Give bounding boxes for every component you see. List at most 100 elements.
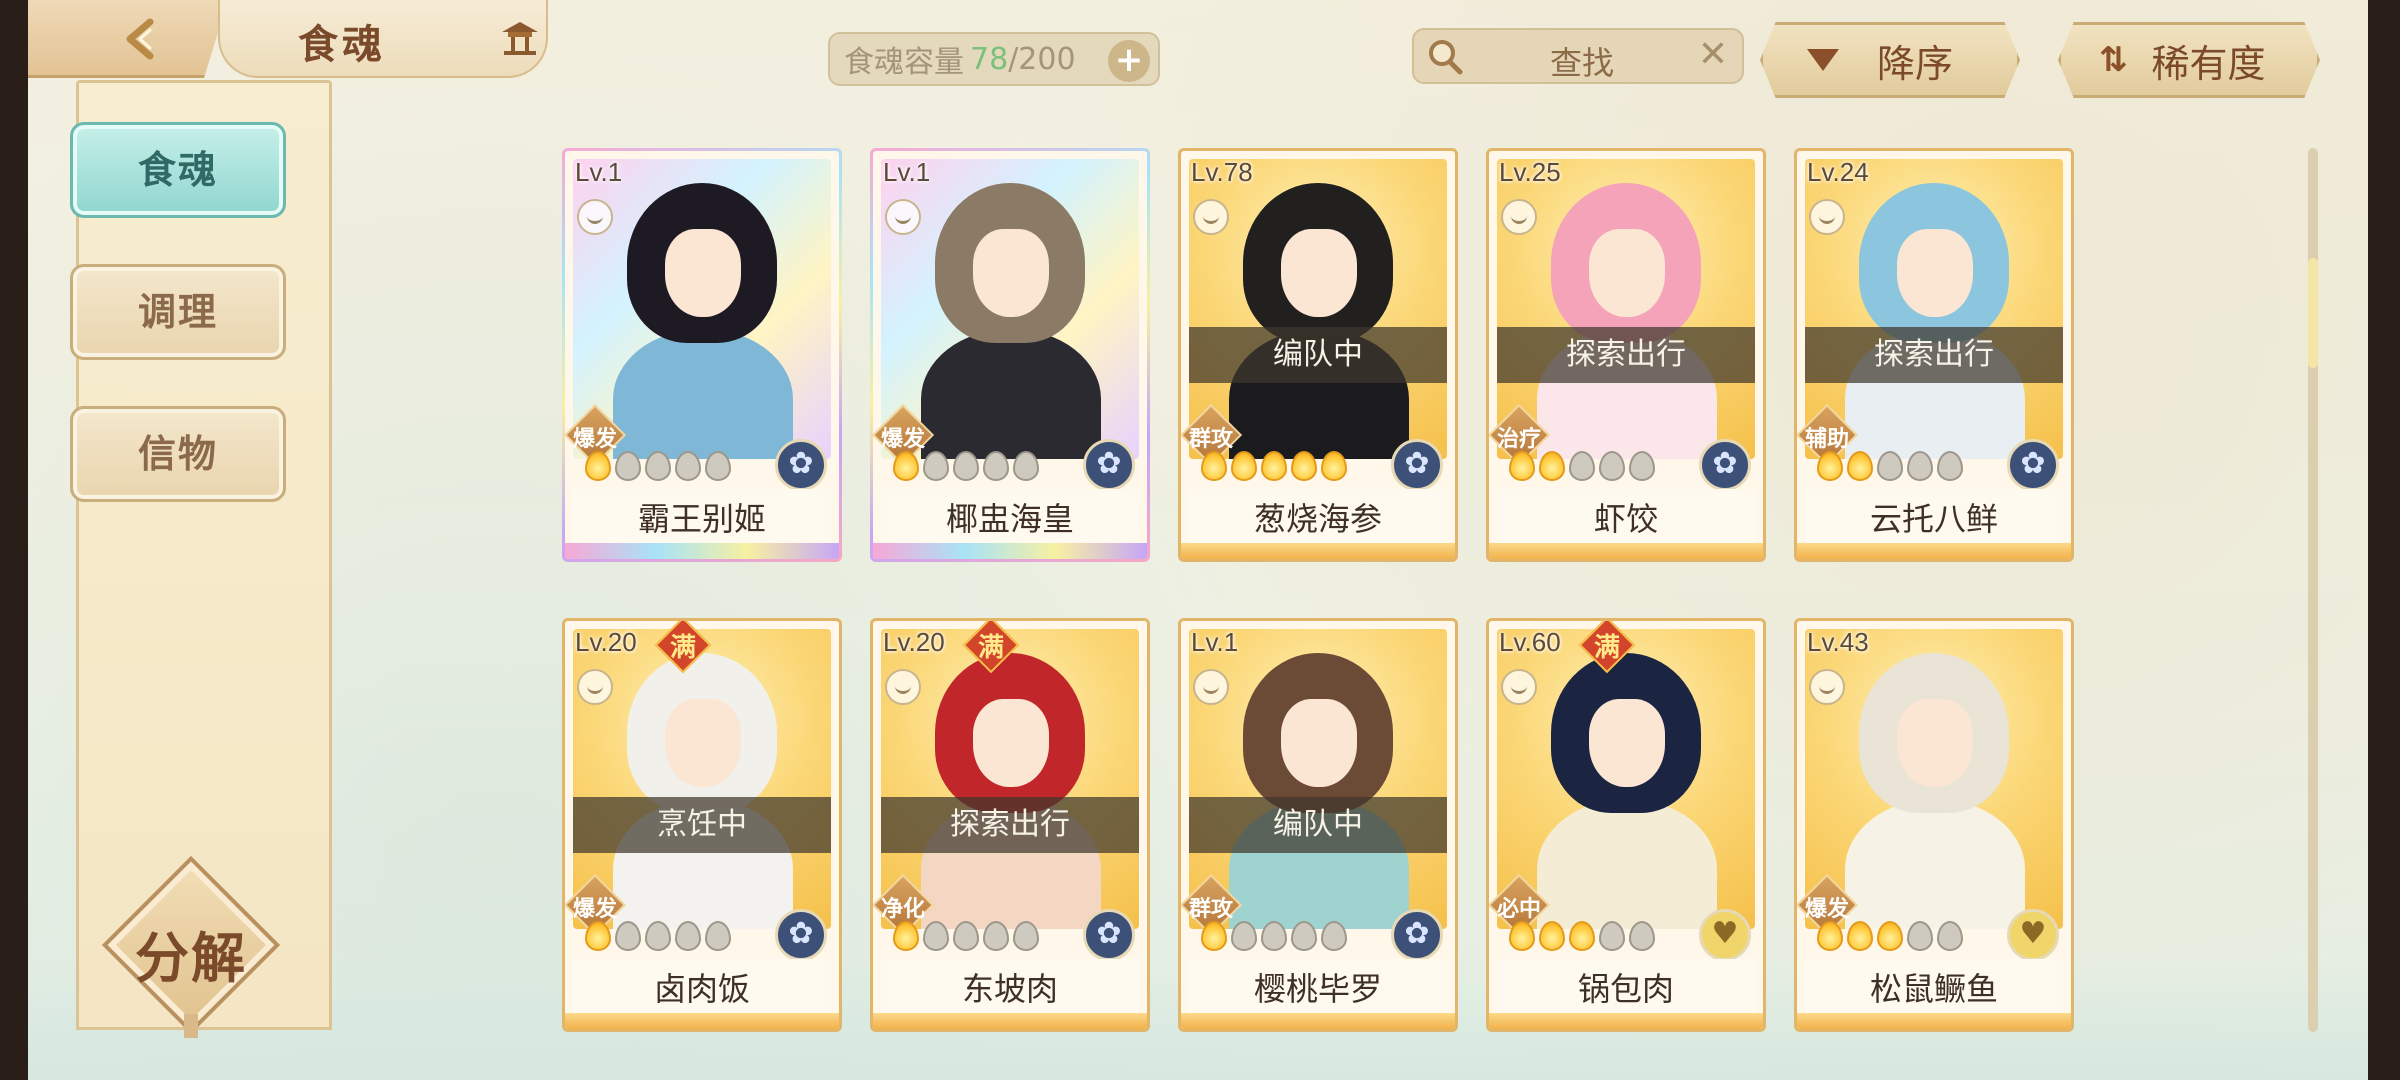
add-capacity-button[interactable]: + [1108, 40, 1150, 82]
sidebar-item-keepsakes[interactable]: 信物 [70, 406, 286, 502]
flame-star-icon [1569, 921, 1595, 951]
flame-star-icon [1847, 921, 1873, 951]
card-footer [565, 543, 839, 559]
flame-star-icon [1937, 921, 1963, 951]
element-badge-icon [1391, 909, 1443, 961]
food-soul-card[interactable]: Lv.25 探索出行治疗虾饺 [1486, 148, 1766, 562]
element-badge-icon [1699, 909, 1751, 961]
max-badge: 满 [654, 621, 712, 674]
card-footer [1489, 543, 1763, 559]
flame-star-icon [645, 451, 671, 481]
bowl-icon [1193, 669, 1229, 705]
flame-star-icon [1847, 451, 1873, 481]
flame-star-icon [675, 921, 701, 951]
card-level: Lv.43 [1807, 627, 1869, 657]
clear-search-icon[interactable]: ✕ [1698, 34, 1728, 75]
star-rating [893, 451, 1039, 481]
flame-star-icon [893, 921, 919, 951]
card-footer [1489, 1013, 1763, 1029]
food-soul-card[interactable]: Lv.60 满必中锅包肉 [1486, 618, 1766, 1032]
max-badge: 满 [1578, 621, 1636, 674]
card-name: 锅包肉 [1497, 959, 1755, 1019]
sort-field-button[interactable]: ⇅ 稀有度 [2058, 22, 2320, 98]
flame-star-icon [1937, 451, 1963, 481]
character-face [1897, 699, 1973, 787]
sort-field-label: 稀有度 [2151, 41, 2266, 86]
bowl-icon [1809, 199, 1845, 235]
star-rating [1509, 451, 1655, 481]
star-rating [893, 921, 1039, 951]
star-rating [1509, 921, 1655, 951]
card-level: Lv.1 [575, 157, 623, 187]
decompose-button[interactable]: 分解 [101, 855, 281, 1038]
flame-star-icon [1291, 451, 1317, 481]
search-icon [1429, 40, 1463, 75]
card-status: 探索出行 [1497, 327, 1755, 383]
role-label: 辅助 [1804, 427, 1849, 452]
flame-star-icon [1907, 451, 1933, 481]
swap-arrows-icon: ⇅ [2099, 40, 2128, 80]
flame-star-icon [983, 451, 1009, 481]
character-face [973, 699, 1049, 787]
flame-star-icon [1013, 451, 1039, 481]
flame-star-icon [1817, 451, 1843, 481]
character-outfit [1845, 799, 2025, 929]
character-face [1589, 229, 1665, 317]
bowl-icon [1193, 199, 1229, 235]
flame-star-icon [893, 451, 919, 481]
capacity-label: 食魂容量 [844, 45, 964, 80]
flame-star-icon [585, 451, 611, 481]
card-level: Lv.24 [1807, 157, 1869, 187]
character-face [665, 699, 741, 787]
flame-star-icon [1201, 921, 1227, 951]
element-badge-icon [1699, 439, 1751, 491]
game-screen: 食魂 食魂容量 78/200 + 查找 ✕ 降序 ⇅ 稀有度 食魂 调理 信物 … [28, 0, 2368, 1080]
pavilion-icon[interactable] [498, 18, 542, 58]
bowl-icon [577, 199, 613, 235]
flame-star-icon [1569, 451, 1595, 481]
flame-star-icon [1231, 451, 1257, 481]
star-rating [585, 921, 731, 951]
back-button[interactable] [28, 0, 228, 78]
sidebar-item-food-soul[interactable]: 食魂 [70, 122, 286, 218]
flame-star-icon [615, 921, 641, 951]
food-soul-card[interactable]: Lv.1 爆发霸王别姬 [562, 148, 842, 562]
card-level: Lv.60 [1499, 627, 1561, 657]
sidebar-item-conditioning[interactable]: 调理 [70, 264, 286, 360]
character-face [1281, 699, 1357, 787]
food-soul-card[interactable]: Lv.20 满烹饪中爆发卤肉饭 [562, 618, 842, 1032]
role-label: 爆发 [572, 897, 617, 922]
food-soul-card[interactable]: Lv.20 满探索出行净化东坡肉 [870, 618, 1150, 1032]
card-name: 松鼠鳜鱼 [1805, 959, 2063, 1019]
flame-star-icon [1599, 451, 1625, 481]
food-soul-card[interactable]: Lv.1 爆发椰盅海皇 [870, 148, 1150, 562]
back-arrow-icon [126, 18, 154, 60]
card-footer [1181, 1013, 1455, 1029]
flame-star-icon [585, 921, 611, 951]
flame-star-icon [1509, 451, 1535, 481]
scrollbar[interactable] [2308, 148, 2318, 1032]
flame-star-icon [1321, 451, 1347, 481]
flame-star-icon [1817, 921, 1843, 951]
search-input[interactable]: 查找 ✕ [1412, 28, 1744, 84]
food-soul-card[interactable]: Lv.78 编队中群攻葱烧海参 [1178, 148, 1458, 562]
flame-star-icon [1231, 921, 1257, 951]
element-badge-icon [2007, 439, 2059, 491]
card-level: Lv.25 [1499, 157, 1561, 187]
role-label: 爆发 [880, 427, 925, 452]
flame-star-icon [1509, 921, 1535, 951]
scrollbar-thumb[interactable] [2308, 258, 2318, 368]
flame-star-icon [1877, 921, 1903, 951]
food-soul-card[interactable]: Lv.24 探索出行辅助云托八鲜 [1794, 148, 2074, 562]
sort-order-button[interactable]: 降序 [1760, 22, 2020, 98]
element-badge-icon [775, 909, 827, 961]
role-label: 爆发 [1804, 897, 1849, 922]
flame-star-icon [1013, 921, 1039, 951]
food-soul-card[interactable]: Lv.1 编队中群攻樱桃毕罗 [1178, 618, 1458, 1032]
card-footer [1797, 1013, 2071, 1029]
flame-star-icon [1539, 921, 1565, 951]
star-rating [585, 451, 731, 481]
card-name: 葱烧海参 [1189, 489, 1447, 549]
food-soul-card[interactable]: Lv.43 爆发松鼠鳜鱼 [1794, 618, 2074, 1032]
character-outfit [613, 329, 793, 459]
